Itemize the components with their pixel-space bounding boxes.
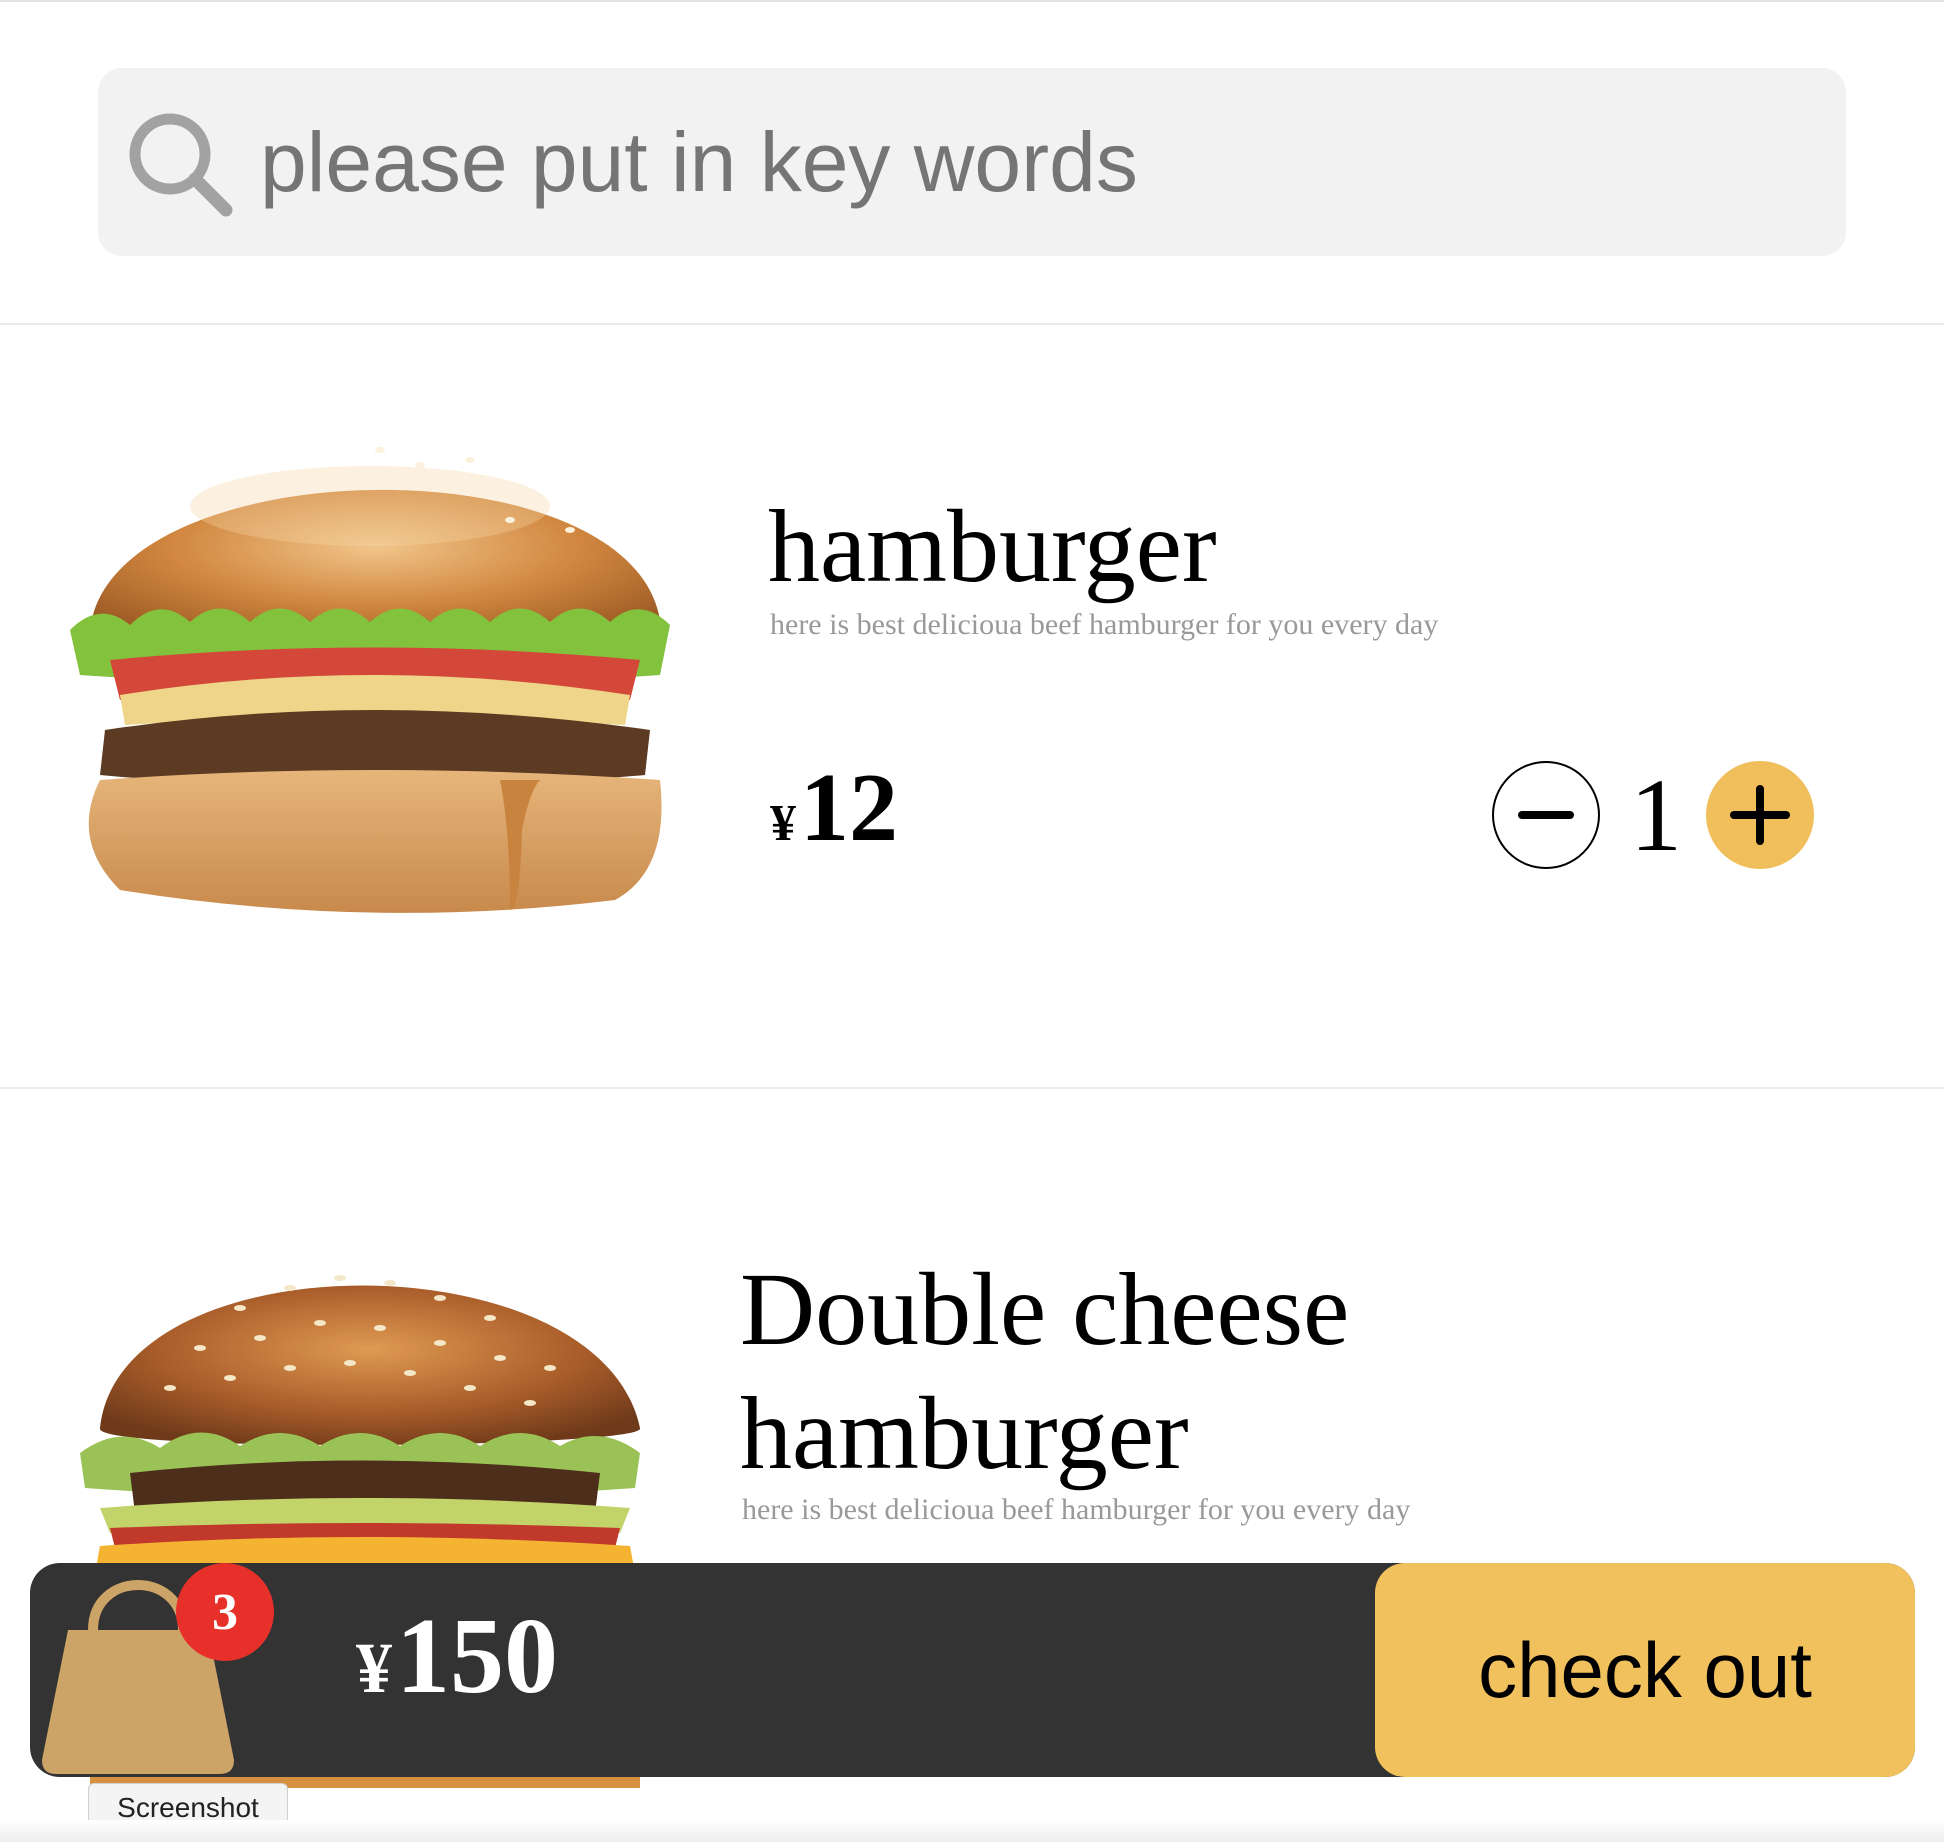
increase-quantity-button[interactable] <box>1706 761 1814 869</box>
divider <box>0 1087 1944 1089</box>
currency-symbol: ¥ <box>356 1628 392 1708</box>
product-name: hamburger <box>768 489 1217 604</box>
minus-icon <box>1518 811 1574 819</box>
top-border <box>0 0 1944 2</box>
checkout-button[interactable]: check out <box>1375 1563 1915 1777</box>
product-description: here is best delicioua beef hamburger fo… <box>770 608 1439 641</box>
currency-symbol: ¥ <box>770 795 796 852</box>
cart-count-badge: 3 <box>176 1563 274 1661</box>
divider <box>0 323 1944 325</box>
bottom-edge <box>0 1820 1944 1842</box>
search-bar[interactable] <box>98 68 1846 256</box>
plus-icon <box>1730 785 1790 845</box>
price-value: 12 <box>800 754 898 862</box>
product-price: ¥ 12 <box>770 752 898 864</box>
search-input[interactable] <box>258 106 1762 218</box>
product-description: here is best delicioua beef hamburger fo… <box>742 1493 1411 1526</box>
search-icon <box>129 113 233 217</box>
quantity-value: 1 <box>1630 758 1682 873</box>
cart-total: ¥ 150 <box>356 1595 558 1719</box>
hamburger-image <box>70 447 670 913</box>
total-value: 150 <box>396 1597 558 1716</box>
product-name: Double cheese hamburger <box>740 1252 1350 1491</box>
decrease-quantity-button[interactable] <box>1492 761 1600 869</box>
